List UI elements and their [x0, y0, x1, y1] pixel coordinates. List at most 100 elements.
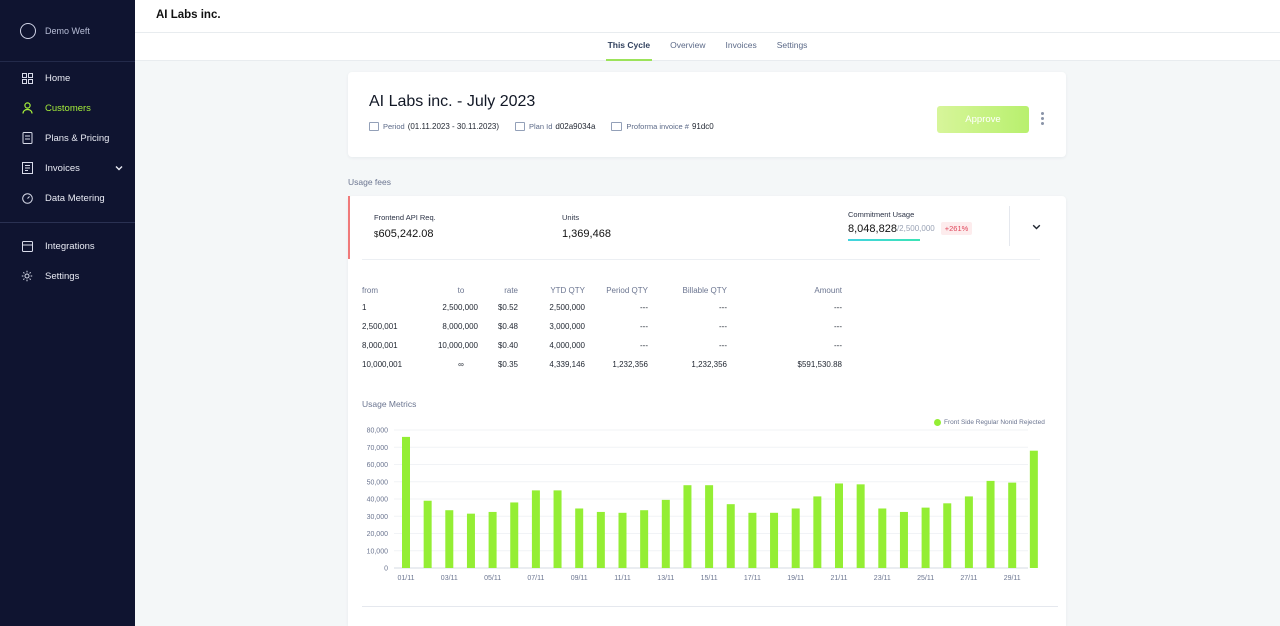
chart-bar[interactable]: [878, 508, 887, 568]
chart-bar[interactable]: [575, 508, 584, 568]
chart-bar[interactable]: [856, 484, 865, 568]
pricing-tiers-table: from to rate YTD QTY Period QTY Billable…: [362, 283, 842, 374]
chart-bar[interactable]: [986, 480, 995, 568]
chart-bar[interactable]: [661, 499, 670, 568]
table-cell: ---: [640, 322, 648, 331]
chart-bar[interactable]: [423, 500, 432, 568]
chart-bar[interactable]: [531, 490, 540, 568]
brand[interactable]: Demo Weft: [0, 0, 135, 62]
tab-overview[interactable]: Overview: [660, 33, 715, 61]
table-cell: ---: [640, 303, 648, 312]
table-cell: $0.48: [497, 322, 518, 331]
x-tick-label: 01/11: [398, 575, 415, 582]
chart-bar[interactable]: [683, 485, 692, 568]
brand-logo-icon: [20, 22, 36, 39]
x-tick-label: 23/11: [874, 575, 891, 582]
tab-this-cycle[interactable]: This Cycle: [598, 33, 661, 61]
x-tick-label: 19/11: [787, 575, 804, 582]
sidebar-divider: [0, 222, 135, 223]
column-header: Amount: [814, 286, 842, 295]
table-cell: 3,000,000: [549, 322, 585, 331]
sidebar-item-invoices[interactable]: Invoices: [0, 153, 135, 183]
sidebar-item-data-metering[interactable]: Data Metering: [0, 183, 135, 213]
commitment-progress-bar: [848, 239, 920, 241]
chart-bar[interactable]: [618, 512, 627, 568]
more-options-icon[interactable]: [1040, 112, 1046, 128]
chart-bar[interactable]: [791, 508, 800, 568]
table-cell: ---: [719, 303, 727, 312]
sidebar-item-label: Settings: [45, 270, 80, 282]
sidebar-item-customers[interactable]: Customers: [0, 93, 135, 123]
table-cell: 8,000,000: [442, 322, 478, 331]
table-cell: ---: [834, 322, 842, 331]
x-tick-label: 27/11: [960, 575, 977, 582]
table-cell: 8,000,001: [362, 341, 398, 350]
gauge-icon: [21, 192, 33, 204]
metric-amount: $605,242.08: [374, 228, 436, 240]
divider: [1009, 206, 1010, 246]
usage-fee-card: Frontend API Req. $605,242.08 Units 1,36…: [348, 196, 1066, 626]
calendar-icon: [369, 122, 379, 131]
sidebar-item-settings[interactable]: Settings: [0, 261, 135, 291]
column-header: YTD QTY: [550, 286, 585, 295]
tab-invoices[interactable]: Invoices: [716, 33, 767, 61]
chart-bar[interactable]: [813, 496, 822, 568]
chart-bar[interactable]: [726, 504, 735, 568]
commitment-of: /2,500,000: [896, 224, 935, 233]
chart-bar[interactable]: [705, 485, 714, 568]
usage-metrics-chart: 0 10,000 20,000 30,000 40,000 50,000 60,000 70,…: [367, 428, 1038, 582]
chart-bar[interactable]: [466, 513, 475, 568]
sidebar-item-home[interactable]: Home: [0, 63, 135, 93]
chevron-down-icon[interactable]: [115, 163, 123, 173]
table-cell: ---: [834, 303, 842, 312]
sidebar-item-plans-pricing[interactable]: Plans & Pricing: [0, 123, 135, 153]
chart-bar[interactable]: [640, 510, 649, 568]
table-cell: 1,232,356: [612, 360, 648, 369]
metric-summary: Frontend API Req. $605,242.08: [374, 213, 436, 240]
chart-bar[interactable]: [488, 511, 497, 568]
chart-bar[interactable]: [596, 511, 605, 568]
units-summary: Units 1,369,468: [562, 213, 611, 240]
chart-bar[interactable]: [748, 512, 757, 568]
commitment-label: Commitment Usage: [848, 210, 915, 219]
sidebar-item-integrations[interactable]: Integrations: [0, 231, 135, 261]
tab-settings[interactable]: Settings: [767, 33, 818, 61]
divider: [362, 259, 1040, 260]
tag-icon: [21, 132, 33, 144]
chevron-down-icon[interactable]: [1032, 222, 1041, 232]
usage-fees-label: Usage fees: [348, 177, 391, 187]
chart-bar[interactable]: [402, 436, 410, 568]
x-tick-label: 11/11: [614, 575, 631, 582]
chart-bar[interactable]: [899, 511, 908, 568]
chart-bar[interactable]: [1029, 450, 1038, 568]
chart-bar[interactable]: [964, 496, 973, 568]
approve-button[interactable]: Approve: [937, 106, 1029, 133]
chart-bar[interactable]: [921, 507, 930, 568]
table-row: 8,000,001 10,000,000 $0.40 4,000,000 ---…: [362, 336, 842, 355]
chart-bar[interactable]: [445, 510, 454, 568]
chart-bar[interactable]: [553, 490, 562, 568]
table-cell: 10,000,000: [437, 341, 478, 350]
y-tick-label: 50,000: [367, 479, 389, 486]
table-cell: $0.52: [497, 303, 518, 312]
metric-label: Frontend API Req.: [374, 213, 436, 222]
table-cell: 10,000,001: [362, 360, 403, 369]
table-cell: $0.35: [497, 360, 518, 369]
x-tick-label: 21/11: [831, 575, 848, 582]
y-tick-label: 0: [384, 566, 388, 573]
chart-bar[interactable]: [835, 483, 843, 568]
chart-bar[interactable]: [1008, 482, 1017, 568]
table-cell: 2,500,000: [442, 303, 478, 312]
chart-bar[interactable]: [943, 503, 952, 568]
chart-bar[interactable]: [510, 502, 519, 568]
commitment-value-row: 8,048,828 /2,500,000 +261%: [848, 222, 973, 235]
sidebar-item-label: Invoices: [45, 162, 80, 174]
status-badge: +261%: [940, 222, 973, 235]
invoice-meta: Period (01.11.2023 - 30.11.2023) Plan Id…: [369, 122, 730, 131]
chart-bar[interactable]: [770, 512, 779, 568]
units-value: 1,369,468: [562, 228, 611, 240]
sidebar-item-label: Plans & Pricing: [45, 132, 110, 144]
invoice-header-card: AI Labs inc. - July 2023 Period (01.11.2…: [348, 72, 1066, 157]
table-cell: 2,500,000: [549, 303, 585, 312]
x-tick-label: 25/11: [917, 575, 934, 582]
